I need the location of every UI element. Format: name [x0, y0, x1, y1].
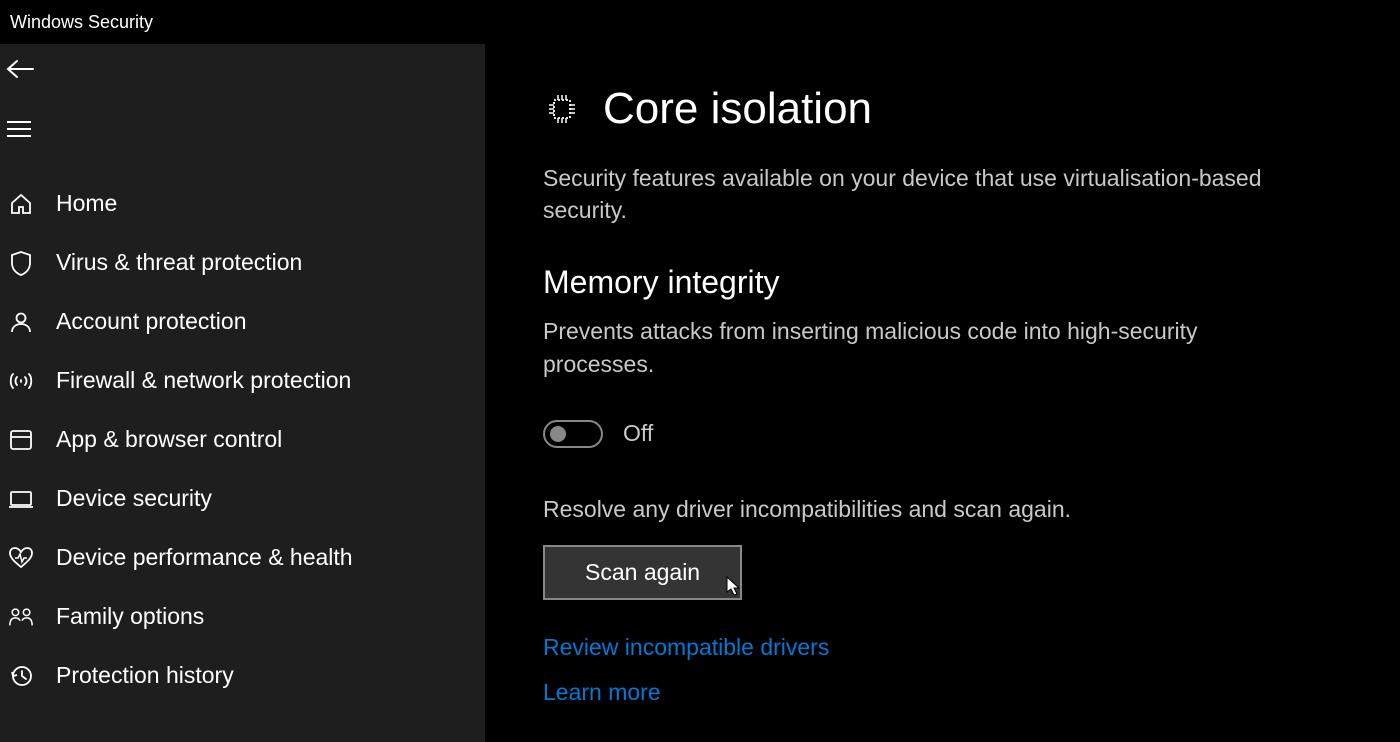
sidebar: Home Virus & threat protection Account p…: [0, 44, 485, 742]
app-title: Windows Security: [10, 12, 153, 32]
family-icon: [8, 604, 34, 630]
browser-icon: [8, 427, 34, 453]
sidebar-item-label: Family options: [56, 603, 204, 630]
back-arrow-icon: [5, 58, 35, 80]
title-bar: Windows Security: [0, 0, 1400, 44]
sidebar-item-account[interactable]: Account protection: [0, 292, 485, 351]
firewall-icon: [8, 368, 34, 394]
sidebar-item-performance[interactable]: Device performance & health: [0, 528, 485, 587]
sidebar-item-label: Home: [56, 190, 117, 217]
sidebar-item-app-browser[interactable]: App & browser control: [0, 410, 485, 469]
learn-more-link[interactable]: Learn more: [543, 679, 1342, 706]
toggle-knob: [550, 426, 566, 442]
sidebar-item-label: Device performance & health: [56, 544, 353, 571]
health-icon: [8, 545, 34, 571]
sidebar-item-label: Virus & threat protection: [56, 249, 302, 276]
sidebar-item-history[interactable]: Protection history: [0, 646, 485, 705]
history-icon: [8, 663, 34, 689]
resolve-text: Resolve any driver incompatibilities and…: [543, 496, 1342, 523]
toggle-state-label: Off: [623, 420, 653, 447]
sidebar-item-firewall[interactable]: Firewall & network protection: [0, 351, 485, 410]
sidebar-item-label: App & browser control: [56, 426, 282, 453]
review-drivers-link[interactable]: Review incompatible drivers: [543, 634, 1342, 661]
page-title: Core isolation: [603, 84, 872, 134]
sidebar-item-label: Protection history: [56, 662, 234, 689]
hamburger-icon: [7, 120, 31, 138]
main-content: Core isolation Security features availab…: [485, 44, 1400, 742]
device-icon: [8, 486, 34, 512]
section-title: Memory integrity: [543, 264, 1342, 301]
sidebar-item-virus[interactable]: Virus & threat protection: [0, 233, 485, 292]
core-isolation-icon: [543, 90, 581, 128]
shield-icon: [8, 250, 34, 276]
memory-integrity-toggle[interactable]: [543, 420, 603, 448]
back-button[interactable]: [0, 44, 50, 94]
sidebar-item-label: Firewall & network protection: [56, 367, 351, 394]
page-description: Security features available on your devi…: [543, 162, 1313, 226]
section-description: Prevents attacks from inserting maliciou…: [543, 315, 1263, 379]
hamburger-button[interactable]: [0, 104, 50, 154]
sidebar-item-label: Device security: [56, 485, 212, 512]
sidebar-item-device-security[interactable]: Device security: [0, 469, 485, 528]
home-icon: [8, 191, 34, 217]
sidebar-item-family[interactable]: Family options: [0, 587, 485, 646]
scan-again-button[interactable]: Scan again: [543, 545, 742, 600]
sidebar-item-home[interactable]: Home: [0, 174, 485, 233]
account-icon: [8, 309, 34, 335]
sidebar-item-label: Account protection: [56, 308, 247, 335]
